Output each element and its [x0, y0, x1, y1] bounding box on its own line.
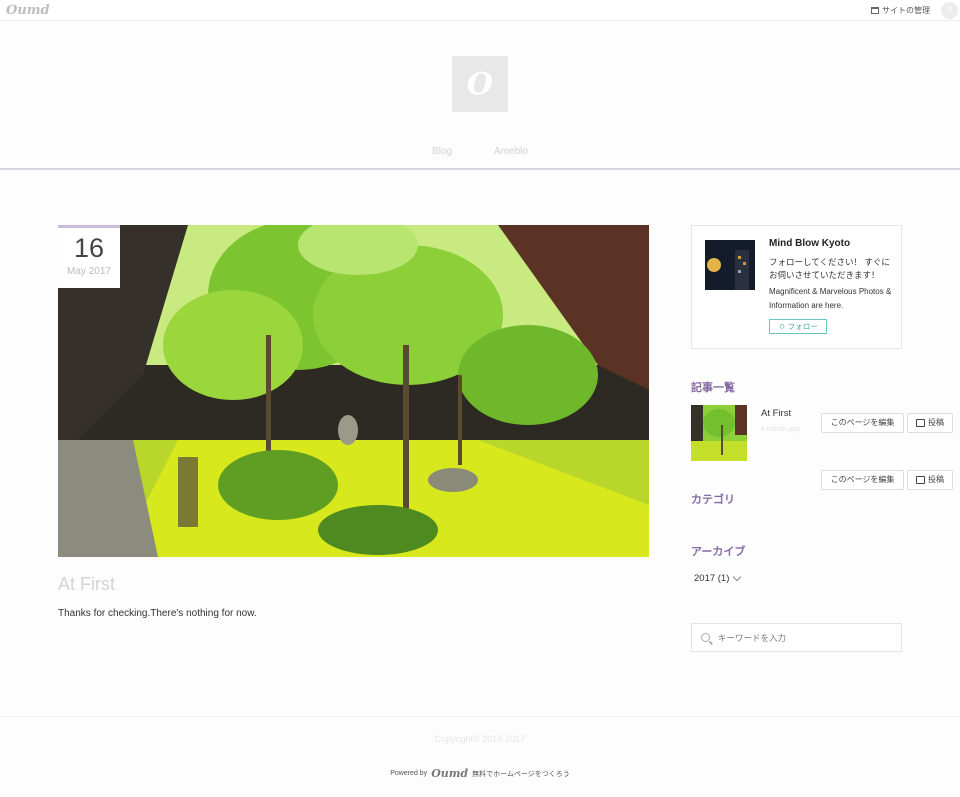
- post-button-label: 投稿: [928, 418, 944, 427]
- entry-title[interactable]: At First: [761, 408, 791, 419]
- powered-brand-logo: Oumd: [431, 767, 469, 780]
- user-avatar[interactable]: 0: [941, 2, 958, 19]
- footer-divider: [0, 716, 960, 717]
- post-button-2[interactable]: 投稿: [907, 470, 953, 490]
- search-box: [691, 623, 902, 652]
- nav-item-ameblo[interactable]: Ameblo: [494, 146, 528, 157]
- follow-label: フォロー: [787, 322, 818, 331]
- top-bar: Oumd サイトの管理 0: [0, 0, 960, 21]
- edit-page-button[interactable]: このページを編集: [821, 413, 904, 433]
- edit-page-button-2[interactable]: このページを編集: [821, 470, 904, 490]
- search-input[interactable]: [718, 632, 888, 643]
- profile-name[interactable]: Mind Blow Kyoto: [769, 238, 850, 249]
- powered-by[interactable]: Powered by Oumd 無料でホームページをつくろう: [0, 767, 960, 780]
- entry-date: a month ago: [761, 426, 800, 433]
- search-icon: [701, 633, 710, 642]
- site-logo-letter: O: [466, 66, 494, 102]
- pencil-icon: [916, 476, 925, 484]
- brand-logo[interactable]: Oumd: [6, 3, 50, 18]
- chevron-down-icon: [733, 572, 742, 582]
- profile-card: Mind Blow Kyoto フォローしてください！ すぐにお伺いさせていただ…: [691, 225, 902, 349]
- follow-button[interactable]: ☉ フォロー: [769, 319, 827, 334]
- post-button[interactable]: 投稿: [907, 413, 953, 433]
- pencil-icon: [916, 419, 925, 427]
- entries-heading: 記事一覧: [691, 382, 735, 394]
- post-date-month: May 2017: [67, 266, 111, 277]
- powered-suffix: 無料でホームページをつくろう: [472, 770, 570, 778]
- nav-item-blog[interactable]: Blog: [432, 146, 452, 157]
- archive-item-2017[interactable]: 2017 (1): [694, 572, 742, 584]
- post-hero-image[interactable]: [58, 225, 649, 557]
- powered-prefix: Powered by: [390, 770, 428, 777]
- post-title[interactable]: At First: [58, 574, 115, 595]
- site-manage-label: サイトの管理: [882, 6, 930, 15]
- window-icon: [871, 7, 879, 14]
- site-logo[interactable]: O: [452, 56, 508, 112]
- copyright-text: Copyright© 2016-2017: [434, 734, 526, 744]
- post-date-day: 16: [73, 233, 105, 263]
- archive-heading: アーカイブ: [691, 546, 746, 558]
- nav-divider: [0, 168, 960, 170]
- rss-icon: ☉: [778, 322, 786, 331]
- archive-label: 2017 (1): [694, 573, 730, 584]
- profile-description: Magnificent & Marvelous Photos & Informa…: [769, 287, 892, 310]
- profile-image[interactable]: [705, 240, 755, 290]
- site-manage-link[interactable]: サイトの管理: [871, 5, 930, 16]
- post-date-box: 16 May 2017: [58, 225, 120, 288]
- profile-message: フォローしてください！ すぐにお伺いさせていただきます！: [769, 257, 890, 280]
- main-nav: Blog Ameblo: [0, 146, 960, 157]
- category-heading: カテゴリ: [691, 494, 735, 506]
- entry-thumbnail[interactable]: [691, 405, 747, 461]
- post-body: Thanks for checking.There's nothing for …: [58, 608, 257, 619]
- post-button-label: 投稿: [928, 475, 944, 484]
